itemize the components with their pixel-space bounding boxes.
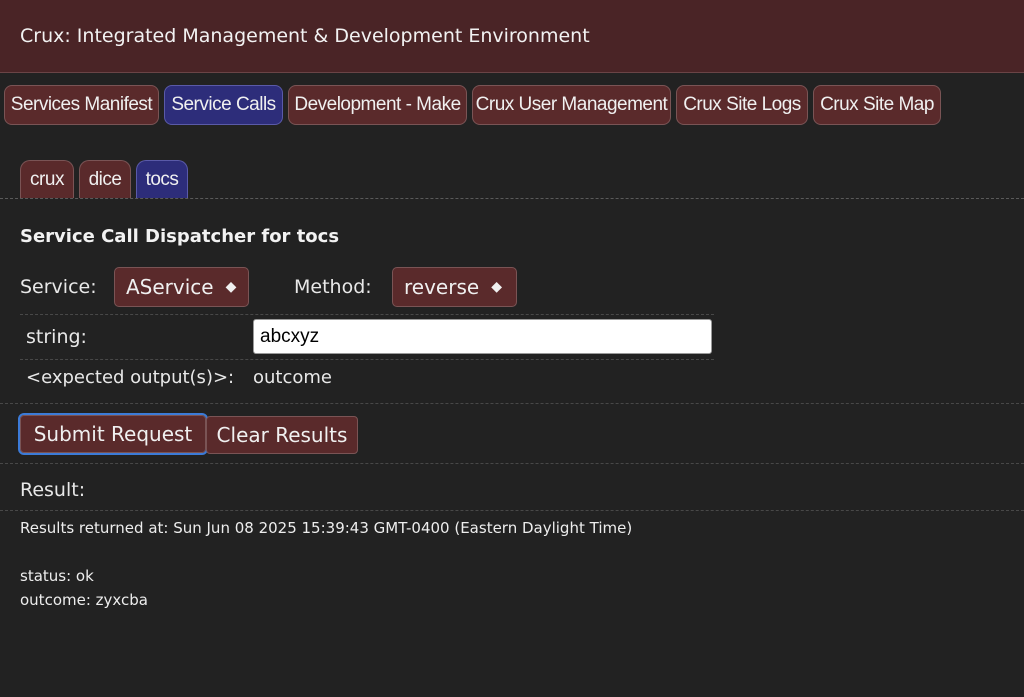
subtab-tocs[interactable]: tocs: [136, 160, 188, 198]
method-select-value: reverse: [404, 275, 480, 299]
submit-label: Submit Request: [33, 422, 193, 446]
subtab-label: crux: [30, 168, 64, 190]
method-select[interactable]: reverse ◆: [392, 267, 517, 307]
submit-request-button[interactable]: Submit Request: [18, 413, 208, 455]
tab-crux-site-logs[interactable]: Crux Site Logs: [676, 85, 808, 125]
section-divider: [0, 403, 1024, 404]
tab-development-make[interactable]: Development - Make: [288, 85, 467, 125]
tab-label: Crux Site Map: [820, 94, 934, 115]
subtab-divider: [0, 198, 1024, 199]
subtab-crux[interactable]: crux: [20, 160, 74, 198]
result-status: status: ok: [20, 567, 94, 585]
tab-crux-user-management[interactable]: Crux User Management: [472, 85, 671, 125]
tab-label: Service Calls: [171, 94, 276, 115]
tab-crux-site-map[interactable]: Crux Site Map: [813, 85, 941, 125]
row-divider: [20, 314, 714, 315]
app-title: Crux: Integrated Management & Developmen…: [20, 25, 590, 47]
tab-label: Development - Make: [294, 94, 461, 115]
tab-services-manifest[interactable]: Services Manifest: [4, 85, 159, 125]
expected-output-value: outcome: [253, 367, 332, 388]
expected-output-label: <expected output(s)>:: [26, 367, 235, 388]
service-select[interactable]: AService ◆: [114, 267, 249, 307]
tab-label: Crux Site Logs: [683, 94, 801, 115]
service-select-value: AService: [126, 275, 214, 299]
app-header: Crux: Integrated Management & Developmen…: [0, 0, 1024, 73]
param-label-string: string:: [26, 326, 87, 348]
service-label: Service:: [20, 276, 97, 298]
dropdown-diamond-icon: ◆: [225, 279, 237, 295]
tab-service-calls[interactable]: Service Calls: [164, 85, 283, 125]
method-label: Method:: [294, 276, 372, 298]
subtab-label: dice: [88, 168, 122, 190]
section-divider: [0, 510, 1024, 511]
dropdown-diamond-icon: ◆: [491, 279, 502, 295]
subtab-dice[interactable]: dice: [79, 160, 131, 198]
row-divider: [20, 359, 714, 360]
string-param-input[interactable]: [253, 319, 712, 354]
tab-label: Crux User Management: [475, 94, 668, 115]
clear-results-button[interactable]: Clear Results: [206, 416, 358, 454]
subtab-label: tocs: [145, 168, 179, 190]
section-divider: [0, 463, 1024, 464]
tab-label: Services Manifest: [10, 94, 153, 115]
result-timestamp: Results returned at: Sun Jun 08 2025 15:…: [20, 519, 633, 537]
result-outcome: outcome: zyxcba: [20, 591, 148, 609]
clear-label: Clear Results: [216, 423, 348, 447]
dispatcher-heading: Service Call Dispatcher for tocs: [20, 226, 340, 247]
result-label: Result:: [20, 479, 86, 501]
